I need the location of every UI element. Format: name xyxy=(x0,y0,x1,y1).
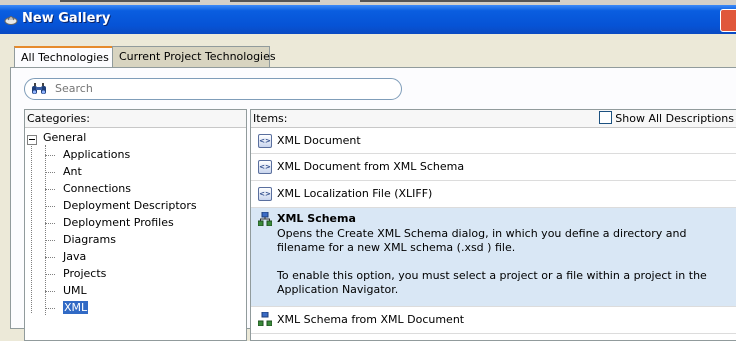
tree-item-uml[interactable]: UML xyxy=(63,282,87,299)
tree-line xyxy=(45,223,55,224)
xml-schema-icon xyxy=(258,212,272,226)
search-input[interactable] xyxy=(55,81,385,96)
tree-item-deployment-descriptors[interactable]: Deployment Descriptors xyxy=(63,197,197,214)
tree-line xyxy=(31,140,32,313)
tree-line xyxy=(45,240,55,241)
tree-line xyxy=(45,172,55,173)
tab-current-project-technologies[interactable]: Current Project Technologies xyxy=(112,46,276,67)
items-header: Items: Show All Descriptions xyxy=(251,110,736,128)
tree-line xyxy=(45,145,46,315)
item-label: XML Document from XML Schema xyxy=(277,160,465,173)
tree-item-label: General xyxy=(43,131,87,144)
tree-item-deployment-profiles[interactable]: Deployment Profiles xyxy=(63,214,174,231)
tree-item-ant[interactable]: Ant xyxy=(63,163,82,180)
item-description: Opens the Create XML Schema dialog, in w… xyxy=(277,227,727,297)
tab-label: Current Project Technologies xyxy=(119,50,276,63)
tree-item-label: XML xyxy=(63,301,89,314)
tree-item-label: Connections xyxy=(63,182,131,195)
title-bar[interactable]: New Gallery xyxy=(0,5,736,34)
show-all-descriptions-checkbox[interactable]: Show All Descriptions xyxy=(599,110,734,127)
items-label: Items: xyxy=(253,112,288,125)
tab-panel: Categories: General Applications Ant Con… xyxy=(10,67,736,341)
items-pane: Items: Show All Descriptions <> XML Docu… xyxy=(250,109,736,341)
tab-all-technologies[interactable]: All Technologies xyxy=(14,46,114,69)
tree-item-label: Ant xyxy=(63,165,82,178)
tree-line xyxy=(45,206,55,207)
item-label: XML Schema xyxy=(277,212,356,225)
tree-item-label: Applications xyxy=(63,148,131,161)
tree-item-xml[interactable]: XML xyxy=(63,299,89,316)
item-label: XML Localization File (XLIFF) xyxy=(277,187,433,200)
xml-schema-icon xyxy=(258,312,272,326)
tree-item-diagrams[interactable]: Diagrams xyxy=(63,231,116,248)
tree-item-projects[interactable]: Projects xyxy=(63,265,106,282)
tree-line xyxy=(45,274,55,275)
list-item[interactable]: XML Schema from XML Document xyxy=(251,307,736,334)
tree-line xyxy=(45,308,55,309)
collapse-icon[interactable] xyxy=(27,135,37,145)
categories-pane: Categories: General Applications Ant Con… xyxy=(24,109,247,341)
description-paragraph: To enable this option, you must select a… xyxy=(277,269,707,296)
list-item[interactable]: <> XML Document from XML Schema xyxy=(251,154,736,181)
new-gallery-dialog: All Technologies Current Project Technol… xyxy=(0,34,736,341)
list-item[interactable]: <> XML Localization File (XLIFF) xyxy=(251,181,736,208)
list-item-selected[interactable]: XML Schema Opens the Create XML Schema d… xyxy=(251,208,736,307)
tree-line xyxy=(45,155,55,156)
app-icon xyxy=(4,16,18,25)
checkbox-label: Show All Descriptions xyxy=(615,112,734,125)
search-box[interactable] xyxy=(24,78,402,100)
item-label: XML Schema from XML Document xyxy=(277,313,465,326)
description-paragraph: Opens the Create XML Schema dialog, in w… xyxy=(277,227,687,254)
close-button[interactable] xyxy=(720,9,736,32)
xml-document-icon: <> xyxy=(258,187,272,201)
tree-line xyxy=(45,189,55,190)
tree-item-label: Deployment Descriptors xyxy=(63,199,197,212)
tree-item-java[interactable]: Java xyxy=(63,248,86,265)
tree-line xyxy=(45,291,55,292)
categories-label: Categories: xyxy=(27,112,90,125)
tree-item-applications[interactable]: Applications xyxy=(63,146,130,163)
tree-line xyxy=(45,257,55,258)
tree-item-label: UML xyxy=(63,284,87,297)
tree-item-label: Java xyxy=(63,250,87,263)
checkbox-box[interactable] xyxy=(599,111,613,124)
list-item[interactable]: <> XML Document xyxy=(251,128,736,154)
tree-item-label: Deployment Profiles xyxy=(63,216,174,229)
tree-item-connections[interactable]: Connections xyxy=(63,180,131,197)
tree-item-label: Diagrams xyxy=(63,233,116,246)
tab-label: All Technologies xyxy=(21,51,109,64)
xml-document-icon: <> xyxy=(258,160,272,174)
binoculars-icon xyxy=(32,83,46,94)
tree-item-label: Projects xyxy=(63,267,107,280)
item-label: XML Document xyxy=(277,134,361,147)
window-title: New Gallery xyxy=(22,11,111,26)
xml-document-icon: <> xyxy=(258,134,272,148)
categories-header: Categories: xyxy=(25,110,246,128)
